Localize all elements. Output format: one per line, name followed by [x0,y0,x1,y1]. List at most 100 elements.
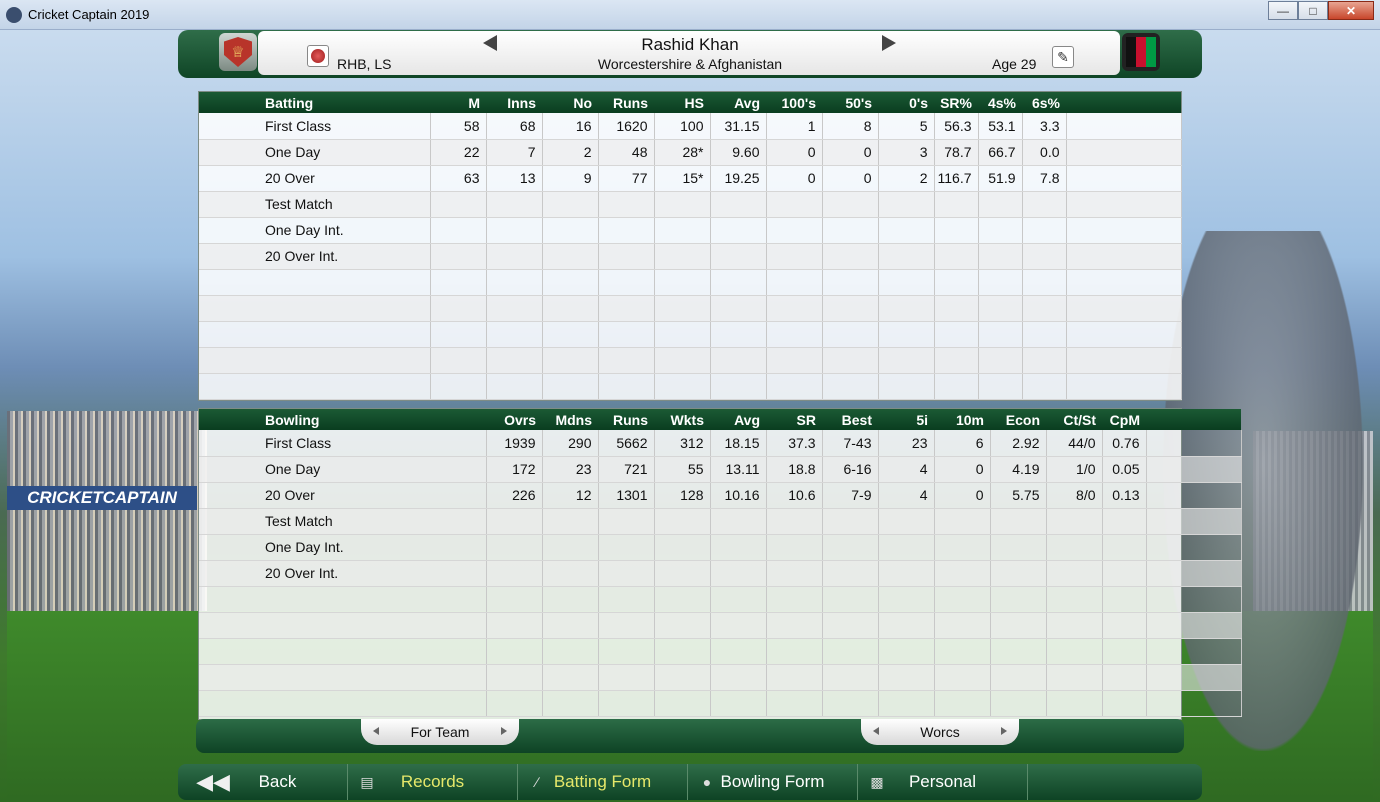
bowling-table: Bowling Ovrs Mdns Runs Wkts Avg SR Best 5i 10m Eco… [199,409,1242,717]
table-row[interactable]: One Day 172 23 721 55 13.11 18.8 6-16 4 0 4.19 1/0 0… [199,456,1242,483]
minimize-button[interactable]: — [1268,1,1298,20]
club-badge[interactable]: ♕ [219,33,257,71]
table-row[interactable]: Test Match [199,191,1182,218]
stat-cell: 226 [486,482,543,509]
stat-cell: 53.1 [978,113,1023,140]
stat-cell: 3 [878,139,935,166]
batting-col-header[interactable]: No [542,92,598,113]
table-row[interactable] [199,612,1242,639]
bowling-col-header[interactable]: CpM [1102,409,1146,430]
stat-cell [710,347,767,374]
personal-tab[interactable]: ▩ Personal [858,764,1028,800]
batting-col-header[interactable]: M [430,92,486,113]
table-row[interactable]: 20 Over 226 12 1301 128 10.16 10.6 7-9 4 0 5.75 8/0… [199,482,1242,509]
table-row[interactable] [199,690,1242,717]
batting-col-header[interactable]: HS [654,92,710,113]
back-button[interactable]: ◀◀ Back [178,764,348,800]
stat-cell: 4 [878,482,935,509]
table-row[interactable] [199,373,1182,400]
stat-cell [990,664,1047,691]
chevron-left-icon[interactable] [873,727,879,735]
table-row[interactable]: 20 Over 63 13 9 77 15* 19.25 0 0 2 116.7 51.9 7.8 [199,165,1182,192]
table-row[interactable] [199,638,1242,665]
table-row[interactable] [199,269,1182,296]
chevron-left-icon[interactable] [373,727,379,735]
bowling-col-header[interactable]: SR [766,409,822,430]
table-row[interactable]: Test Match [199,508,1242,535]
stat-cell: 1301 [598,482,655,509]
batting-col-header[interactable]: 100's [766,92,822,113]
table-row[interactable] [199,347,1182,374]
bowling-col-header[interactable]: Avg [710,409,766,430]
batting-col-header[interactable]: 6s% [1022,92,1066,113]
stat-cell: 7-43 [822,430,879,457]
batting-col-header[interactable]: Avg [710,92,766,113]
batting-form-tab[interactable]: ∕ Batting Form [518,764,688,800]
row-label: 20 Over Int. [199,560,487,587]
stat-cell [430,321,487,348]
stat-cell [1102,560,1147,587]
table-row[interactable]: One Day Int. [199,534,1242,561]
stat-cell: 7 [486,139,543,166]
stat-cell: 1/0 [1046,456,1103,483]
batting-col-header[interactable]: 0's [878,92,934,113]
bowling-col-header[interactable]: Mdns [542,409,598,430]
stat-cell [710,690,767,717]
close-button[interactable]: ✕ [1328,1,1374,20]
stat-cell: 13.11 [710,456,767,483]
table-row[interactable]: First Class 58 68 16 1620 100 31.15 1 8 5 56.3 53.1… [199,113,1182,140]
stat-cell [766,560,823,587]
stat-cell [542,191,599,218]
bowling-col-header[interactable]: Bowling [199,409,486,430]
table-row[interactable] [199,586,1242,613]
table-row[interactable]: One Day Int. [199,217,1182,244]
batting-col-header[interactable]: Batting [199,92,430,113]
edit-pencil-icon[interactable]: ✎ [1052,46,1074,68]
stat-cell [766,534,823,561]
stat-cell [822,586,879,613]
batting-col-header[interactable]: Runs [598,92,654,113]
batting-col-header[interactable]: SR% [934,92,978,113]
bottom-nav: ◀◀ Back ▤ Records ∕ Batting Form ● Bowli… [178,764,1202,800]
stat-cell [486,508,543,535]
stat-cell [486,664,543,691]
stat-cell [878,191,935,218]
batting-col-header[interactable]: Inns [486,92,542,113]
stat-cell [1102,638,1147,665]
table-row[interactable] [199,295,1182,322]
stat-cell [766,321,823,348]
bowling-form-tab[interactable]: ● Bowling Form [688,764,858,800]
row-label: Test Match [199,508,487,535]
records-tab[interactable]: ▤ Records [348,764,518,800]
stat-cell [1022,243,1067,270]
bowling-col-header[interactable]: Runs [598,409,654,430]
stat-cell: 28* [654,139,711,166]
table-row[interactable]: First Class 1939 290 5662 312 18.15 37.3 7-43 23… [199,430,1242,457]
bowling-col-header[interactable]: 10m [934,409,990,430]
table-row[interactable]: 20 Over Int. [199,243,1182,270]
next-player-arrow[interactable] [882,35,896,51]
stat-cell [878,321,935,348]
bowling-col-header[interactable]: Ct/St [1046,409,1102,430]
table-row[interactable]: 20 Over Int. [199,560,1242,587]
chevron-right-icon[interactable] [501,727,507,735]
bowling-col-header[interactable]: Econ [990,409,1046,430]
batting-col-header[interactable]: 4s% [978,92,1022,113]
bowling-col-header[interactable]: Ovrs [486,409,542,430]
table-row[interactable]: One Day 22 7 2 48 28* 9.60 0 0 3 78.7 66.7 0.0 [199,139,1182,166]
table-row[interactable] [199,664,1242,691]
team-selector[interactable]: Worcs [861,719,1019,745]
stat-cell [766,243,823,270]
batting-col-header[interactable]: 50's [822,92,878,113]
bowling-col-header[interactable]: Best [822,409,878,430]
afghanistan-flag-icon[interactable] [1122,33,1160,71]
bowling-col-header[interactable]: Wkts [654,409,710,430]
table-row[interactable] [199,321,1182,348]
bowling-col-header[interactable]: 5i [878,409,934,430]
for-team-selector[interactable]: For Team [361,719,519,745]
chevron-right-icon[interactable] [1001,727,1007,735]
stat-cell [654,217,711,244]
row-label: 20 Over [199,165,431,192]
maximize-button[interactable]: □ [1298,1,1328,20]
stat-cell [990,690,1047,717]
